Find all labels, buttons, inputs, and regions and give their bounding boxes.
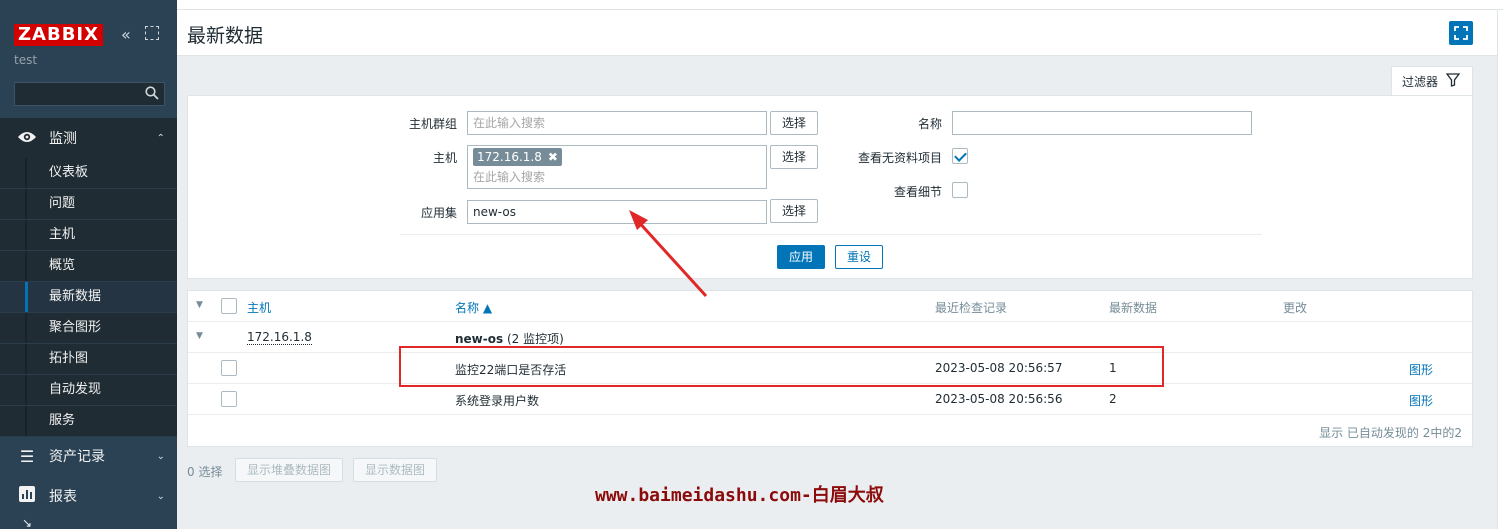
show-details-checkbox[interactable] bbox=[952, 182, 968, 198]
nav-section-configuration[interactable]: ↘ bbox=[0, 516, 177, 529]
group-app-count: (2 监控项) bbox=[506, 332, 564, 346]
search-icon[interactable] bbox=[145, 86, 159, 103]
show-stacked-graph-button[interactable]: 显示堆叠数据图 bbox=[235, 458, 343, 482]
fullscreen-button[interactable] bbox=[1449, 21, 1473, 45]
sidebar-item-hosts[interactable]: 主机 bbox=[0, 220, 177, 251]
table-footer-count: 显示 已自动发现的 2中的2 bbox=[1319, 426, 1462, 440]
sidebar-item-discovery[interactable]: 自动发现 bbox=[0, 375, 177, 406]
name-input[interactable] bbox=[952, 111, 1252, 135]
host-group-select-button[interactable]: 选择 bbox=[770, 111, 818, 135]
table-header-row: ▼ 主机 名称 ▲ 最近检查记录 最新数据 更改 bbox=[188, 291, 1472, 322]
filter-tab-label: 过滤器 bbox=[1402, 75, 1439, 89]
chevron-up-icon: ⌃ bbox=[156, 132, 165, 144]
sidebar: ZABBIX « test 监测 ⌃ 仪表板 问题 主机 概览 最新数据 聚合图… bbox=[0, 0, 177, 529]
sidebar-search-input[interactable] bbox=[14, 82, 165, 106]
remove-tag-icon[interactable]: ✖ bbox=[548, 150, 558, 164]
nav-section-assets[interactable]: ☰ 资产记录 ⌄ bbox=[0, 436, 177, 476]
host-tag-label: 172.16.1.8 bbox=[477, 150, 542, 164]
collapse-group-icon[interactable]: ▼ bbox=[196, 331, 203, 341]
filter-panel bbox=[187, 95, 1473, 279]
group-app-name: new-os bbox=[455, 332, 504, 346]
item-last-check: 2023-05-08 20:56:56 bbox=[935, 392, 1063, 406]
table-row: 系统登录用户数 2023-05-08 20:56:56 2 图形 bbox=[188, 384, 1472, 415]
show-graph-button[interactable]: 显示数据图 bbox=[353, 458, 437, 482]
wrench-icon: ↘ bbox=[21, 515, 33, 529]
collapse-all-icon[interactable]: ▼ bbox=[196, 300, 203, 310]
selected-count: 0 选择 bbox=[187, 465, 223, 479]
item-last-value: 2 bbox=[1109, 392, 1117, 406]
host-select-button[interactable]: 选择 bbox=[770, 145, 818, 169]
sidebar-item-overview[interactable]: 概览 bbox=[0, 251, 177, 282]
highlight-annotation-box bbox=[399, 346, 1164, 387]
application-label: 应用集 bbox=[420, 206, 457, 220]
chevron-down-icon: ⌄ bbox=[156, 450, 165, 462]
item-graph-link[interactable]: 图形 bbox=[1409, 392, 1433, 409]
filter-divider bbox=[400, 234, 1262, 235]
name-label: 名称 bbox=[917, 117, 942, 131]
show-without-data-label: 查看无资料项目 bbox=[857, 151, 942, 165]
collapse-sidebar-icon[interactable]: « bbox=[121, 25, 131, 44]
host-placeholder: 在此输入搜索 bbox=[473, 170, 546, 184]
host-group-label: 主机群组 bbox=[408, 117, 457, 131]
show-details-label: 查看细节 bbox=[893, 185, 942, 199]
list-icon: ☰ bbox=[19, 446, 35, 466]
item-name: 系统登录用户数 bbox=[455, 394, 540, 408]
group-host-link[interactable]: 172.16.1.8 bbox=[247, 330, 312, 345]
server-name: test bbox=[14, 53, 38, 67]
column-header-host[interactable]: 主机 bbox=[247, 299, 271, 316]
page-title: 最新数据 bbox=[187, 25, 264, 47]
sidebar-item-dashboard[interactable]: 仪表板 bbox=[0, 158, 177, 189]
sidebar-item-maps[interactable]: 拓扑图 bbox=[0, 344, 177, 375]
funnel-icon bbox=[1445, 72, 1461, 91]
nav-section-monitoring[interactable]: 监测 ⌃ bbox=[0, 118, 177, 158]
row-checkbox[interactable] bbox=[221, 391, 237, 407]
host-label: 主机 bbox=[432, 151, 457, 165]
row-checkbox[interactable] bbox=[221, 360, 237, 376]
eye-icon bbox=[17, 129, 37, 148]
sidebar-item-screens[interactable]: 聚合图形 bbox=[0, 313, 177, 344]
chevron-down-icon: ⌄ bbox=[156, 490, 165, 502]
application-select-button[interactable]: 选择 bbox=[770, 199, 818, 223]
top-strip bbox=[177, 0, 1503, 10]
item-graph-link[interactable]: 图形 bbox=[1409, 361, 1433, 378]
kiosk-mode-icon[interactable] bbox=[145, 26, 159, 40]
host-group-placeholder: 在此输入搜索 bbox=[473, 116, 546, 130]
nav-section-label: 资产记录 bbox=[49, 449, 105, 465]
column-header-name[interactable]: 名称 ▲ bbox=[455, 299, 492, 316]
zabbix-logo[interactable]: ZABBIX bbox=[14, 24, 103, 46]
apply-button[interactable]: 应用 bbox=[777, 245, 825, 269]
host-group-input[interactable]: 在此输入搜索 bbox=[467, 111, 767, 135]
logo-row: ZABBIX bbox=[14, 23, 103, 47]
watermark-text: www.baimeidashu.com-白眉大叔 bbox=[595, 485, 884, 506]
page-header: 最新数据 bbox=[177, 10, 1503, 56]
sidebar-item-services[interactable]: 服务 bbox=[0, 406, 177, 437]
reset-button[interactable]: 重设 bbox=[835, 245, 883, 269]
tab-filter[interactable]: 过滤器 bbox=[1391, 66, 1473, 96]
nav-section-label: 监测 bbox=[49, 131, 77, 147]
host-tag[interactable]: 172.16.1.8 ✖ bbox=[473, 148, 562, 166]
column-header-last-check: 最近检查记录 bbox=[935, 301, 1008, 315]
show-without-data-checkbox[interactable] bbox=[952, 148, 968, 164]
column-header-change: 更改 bbox=[1283, 301, 1308, 315]
sidebar-item-problems[interactable]: 问题 bbox=[0, 189, 177, 220]
nav-section-reports[interactable]: 报表 ⌄ bbox=[0, 476, 177, 516]
select-all-checkbox[interactable] bbox=[221, 298, 237, 314]
sidebar-item-latest-data[interactable]: 最新数据 bbox=[0, 282, 177, 313]
nav-section-label: 报表 bbox=[49, 489, 77, 505]
bar-chart-icon bbox=[17, 486, 37, 506]
monitoring-submenu: 仪表板 问题 主机 概览 最新数据 聚合图形 拓扑图 自动发现 服务 bbox=[0, 158, 177, 437]
page-scrollbar[interactable] bbox=[1497, 10, 1503, 529]
column-header-last-value: 最新数据 bbox=[1109, 301, 1158, 315]
application-input[interactable]: new-os bbox=[467, 200, 767, 224]
annotation-arrow-icon bbox=[629, 210, 708, 298]
host-multiselect[interactable]: 172.16.1.8 ✖ 在此输入搜索 bbox=[467, 145, 767, 189]
group-app-label: new-os (2 监控项) bbox=[455, 330, 564, 347]
